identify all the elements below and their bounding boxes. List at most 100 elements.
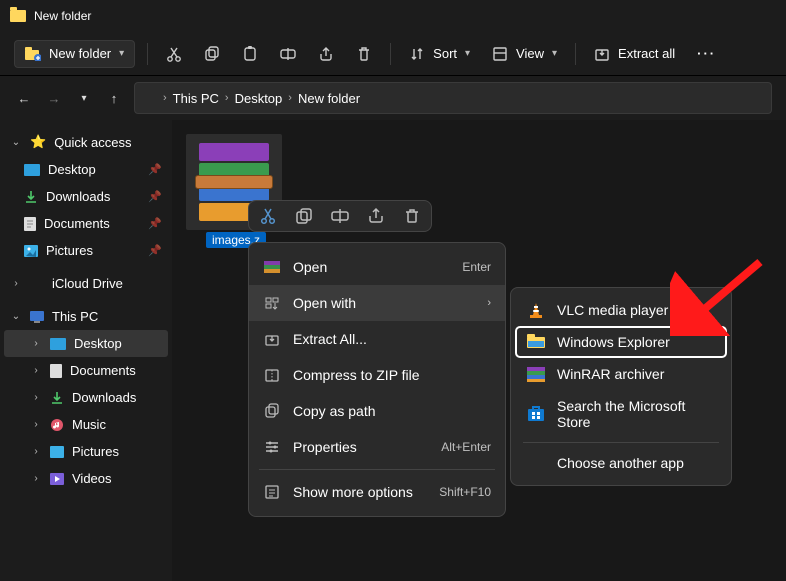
pin-icon: 📌: [148, 244, 162, 257]
recent-locations-button[interactable]: ▾: [74, 93, 94, 104]
sidebar-item-pictures[interactable]: Pictures 📌: [4, 237, 168, 264]
breadcrumb-item[interactable]: New folder: [298, 91, 360, 106]
menu-extract-all[interactable]: Extract All...: [249, 321, 505, 357]
new-folder-button[interactable]: New folder ▾: [14, 40, 135, 68]
sidebar-label: Downloads: [72, 390, 136, 405]
menu-open-with[interactable]: Open with›: [249, 285, 505, 321]
collapse-icon: ⌄: [10, 137, 22, 148]
sidebar-this-pc[interactable]: ⌄ This PC: [4, 303, 168, 330]
submenu-label: WinRAR archiver: [557, 366, 664, 382]
separator: [523, 442, 719, 443]
share-button[interactable]: [312, 41, 340, 67]
sidebar-label: Music: [72, 417, 106, 432]
sidebar-item-desktop[interactable]: ›Desktop: [4, 330, 168, 357]
window-titlebar: New folder: [0, 0, 786, 32]
properties-icon: [263, 438, 281, 456]
menu-compress[interactable]: Compress to ZIP file: [249, 357, 505, 393]
rename-icon: [280, 46, 296, 62]
chevron-right-icon: ›: [163, 92, 167, 104]
sidebar-label: Desktop: [48, 162, 96, 177]
share-icon: [318, 46, 334, 62]
menu-properties[interactable]: PropertiesAlt+Enter: [249, 429, 505, 465]
separator: [390, 43, 391, 65]
sidebar-label: This PC: [52, 309, 98, 324]
sidebar-item-music[interactable]: ›Music: [4, 411, 168, 438]
view-button[interactable]: View ▾: [486, 41, 563, 67]
address-bar[interactable]: › This PC › Desktop › New folder: [134, 82, 772, 114]
rename-button[interactable]: [331, 207, 349, 225]
context-menu-actions: [248, 200, 432, 232]
delete-button[interactable]: [403, 207, 421, 225]
menu-show-more-options[interactable]: Show more optionsShift+F10: [249, 474, 505, 510]
delete-button[interactable]: [350, 41, 378, 67]
paste-button[interactable]: [236, 41, 264, 67]
sidebar-item-pictures[interactable]: ›Pictures: [4, 438, 168, 465]
expand-icon: ›: [30, 365, 42, 376]
sidebar-item-documents[interactable]: Documents📌: [4, 210, 168, 237]
chevron-right-icon: ›: [288, 92, 292, 104]
back-button[interactable]: ←: [14, 91, 34, 106]
sort-button[interactable]: Sort ▾: [403, 41, 476, 67]
new-folder-label: New folder: [49, 46, 111, 61]
sidebar-item-videos[interactable]: ›Videos: [4, 465, 168, 492]
shortcut: Enter: [462, 260, 491, 274]
cut-button[interactable]: [259, 207, 277, 225]
copy-button[interactable]: [198, 41, 226, 67]
submenu-choose-another[interactable]: Choose another app: [515, 447, 727, 479]
chevron-right-icon: ›: [225, 92, 229, 104]
sidebar-item-downloads[interactable]: ›Downloads: [4, 384, 168, 411]
menu-copy-path[interactable]: Copy as path: [249, 393, 505, 429]
collapse-icon: ⌄: [10, 311, 22, 322]
submenu-vlc[interactable]: VLC media player: [515, 294, 727, 326]
breadcrumb-item[interactable]: Desktop: [235, 91, 283, 106]
separator: [575, 43, 576, 65]
expand-icon: ›: [30, 473, 42, 484]
folder-icon: [30, 278, 44, 289]
sidebar-label: Pictures: [46, 243, 93, 258]
more-button[interactable]: ···: [691, 41, 722, 66]
copy-button[interactable]: [295, 207, 313, 225]
separator: [147, 43, 148, 65]
navigation-pane: ⌄ ⭐ Quick access Desktop📌 Downloads📌 Doc…: [0, 120, 172, 581]
menu-open[interactable]: OpenEnter: [249, 249, 505, 285]
sidebar-item-downloads[interactable]: Downloads📌: [4, 183, 168, 210]
sidebar-label: Documents: [70, 363, 136, 378]
chevron-down-icon: ▾: [119, 48, 124, 59]
submenu-label: Choose another app: [557, 455, 684, 471]
chevron-down-icon: ▾: [552, 48, 557, 59]
vlc-icon: [527, 302, 545, 318]
menu-label: Extract All...: [293, 331, 367, 347]
picture-icon: [50, 446, 64, 458]
winrar-icon: [263, 258, 281, 276]
sidebar-label: Desktop: [74, 336, 122, 351]
sidebar-label: Downloads: [46, 189, 110, 204]
forward-button[interactable]: →: [44, 91, 64, 106]
view-label: View: [516, 46, 544, 61]
document-icon: [24, 217, 36, 231]
separator: [259, 469, 495, 470]
submenu-ms-store[interactable]: Search the Microsoft Store: [515, 390, 727, 438]
extract-all-button[interactable]: Extract all: [588, 41, 681, 67]
desktop-icon: [24, 164, 40, 176]
sidebar-item-documents[interactable]: › Documents: [4, 357, 168, 384]
up-button[interactable]: ↑: [104, 91, 124, 106]
explorer-icon: [527, 334, 545, 350]
sidebar-quick-access[interactable]: ⌄ ⭐ Quick access: [4, 128, 168, 156]
folder-icon: [143, 93, 157, 104]
open-with-submenu: VLC media player Windows Explorer WinRAR…: [510, 287, 732, 486]
breadcrumb-item[interactable]: This PC: [173, 91, 219, 106]
rename-button[interactable]: [274, 41, 302, 67]
share-button[interactable]: [367, 207, 385, 225]
sidebar-icloud-drive[interactable]: ›iCloud Drive: [4, 270, 168, 297]
submenu-windows-explorer[interactable]: Windows Explorer: [515, 326, 727, 358]
submenu-label: Search the Microsoft Store: [557, 398, 715, 430]
submenu-winrar[interactable]: WinRAR archiver: [515, 358, 727, 390]
music-icon: [50, 418, 64, 432]
extract-icon: [263, 330, 281, 348]
expand-icon: ›: [30, 446, 42, 457]
star-icon: ⭐: [30, 134, 46, 150]
sidebar-label: Quick access: [54, 135, 131, 150]
sidebar-item-desktop[interactable]: Desktop📌: [4, 156, 168, 183]
cut-button[interactable]: [160, 41, 188, 67]
sort-label: Sort: [433, 46, 457, 61]
